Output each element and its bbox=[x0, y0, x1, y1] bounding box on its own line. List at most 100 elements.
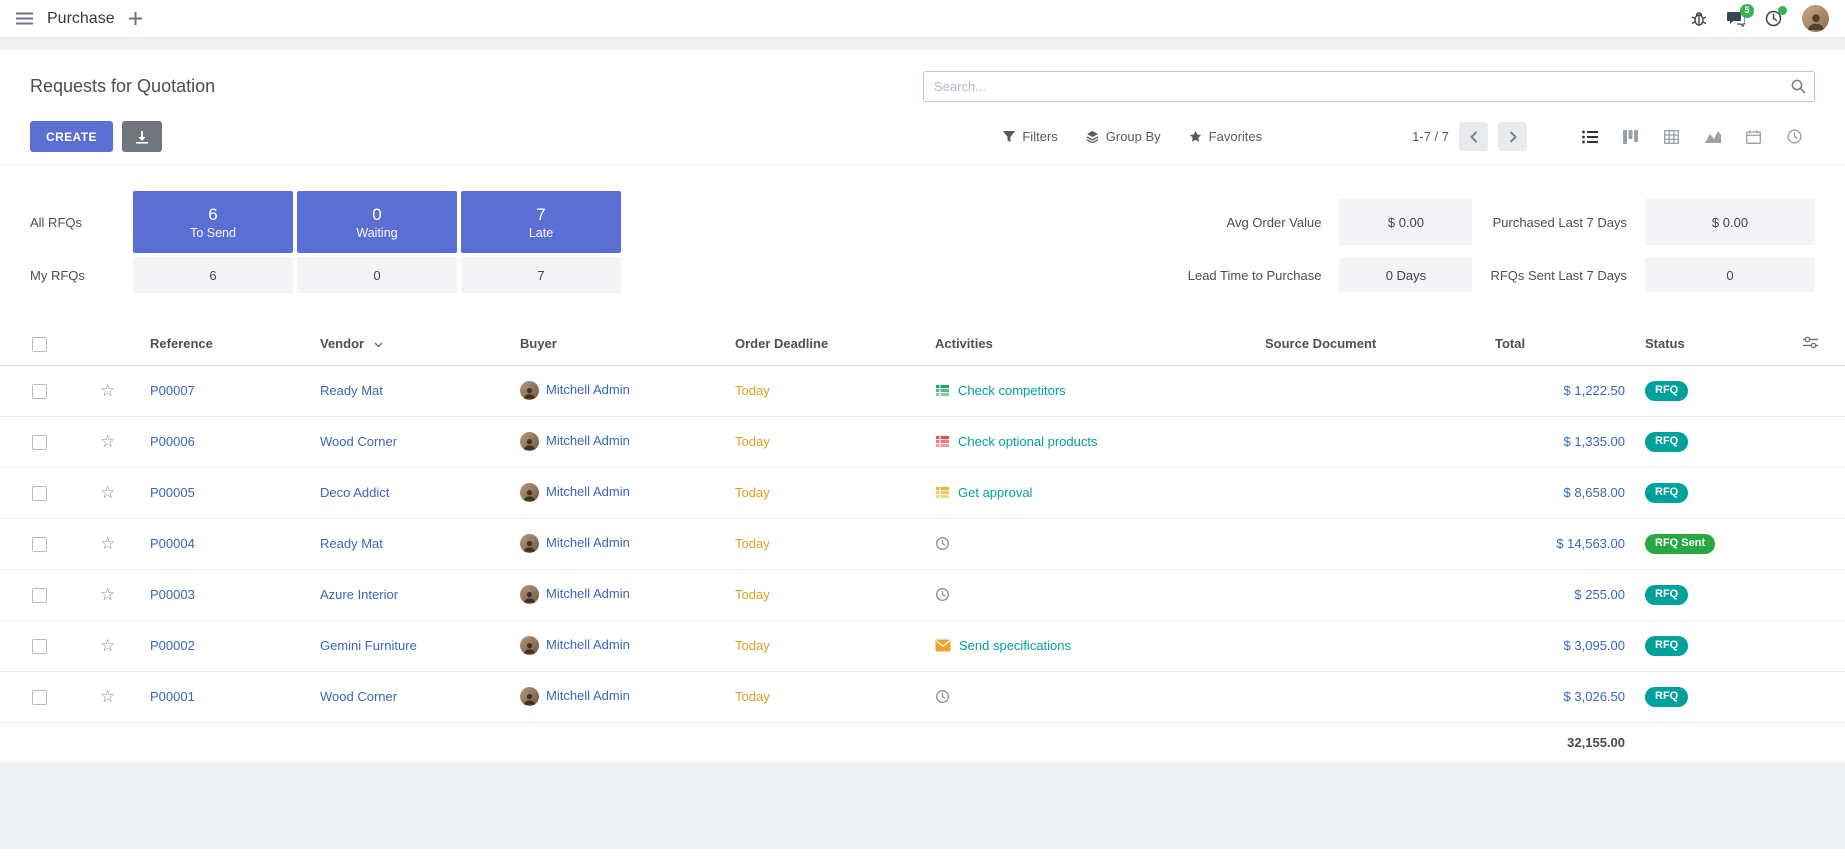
table-row[interactable]: ☆ P00004 Ready Mat Mitchell Admin Today … bbox=[0, 518, 1845, 569]
table-row[interactable]: ☆ P00007 Ready Mat Mitchell Admin Today … bbox=[0, 365, 1845, 416]
rfq-list-table: Reference Vendor Buyer Order Deadline Ac… bbox=[0, 323, 1845, 762]
reference-cell: P00001 bbox=[140, 671, 310, 722]
create-button[interactable]: CREATE bbox=[30, 121, 113, 152]
group-by-button[interactable]: Group By bbox=[1086, 129, 1161, 144]
my-waiting-count[interactable]: 0 bbox=[297, 257, 457, 293]
table-row[interactable]: ☆ P00002 Gemini Furniture Mitchell Admin… bbox=[0, 620, 1845, 671]
row-checkbox[interactable] bbox=[32, 639, 47, 654]
filters-button[interactable]: Filters bbox=[1003, 129, 1057, 144]
favorites-button[interactable]: Favorites bbox=[1189, 129, 1262, 144]
buyer-link[interactable]: Mitchell Admin bbox=[546, 688, 630, 703]
row-checkbox[interactable] bbox=[32, 435, 47, 450]
favorite-star-icon[interactable]: ☆ bbox=[100, 636, 115, 655]
row-checkbox[interactable] bbox=[32, 537, 47, 552]
favorite-star-icon[interactable]: ☆ bbox=[100, 534, 115, 553]
row-checkbox[interactable] bbox=[32, 690, 47, 705]
calendar-view-icon[interactable] bbox=[1733, 122, 1774, 152]
tile-late[interactable]: 7 Late bbox=[461, 191, 621, 253]
app-name[interactable]: Purchase bbox=[47, 10, 115, 28]
reference-link[interactable]: P00002 bbox=[150, 638, 195, 653]
buyer-link[interactable]: Mitchell Admin bbox=[546, 535, 630, 550]
menu-icon[interactable] bbox=[16, 12, 33, 25]
tile-waiting[interactable]: 0 Waiting bbox=[297, 191, 457, 253]
list-view-icon[interactable] bbox=[1569, 122, 1610, 152]
list-activity-icon[interactable] bbox=[935, 383, 950, 398]
activity-label[interactable]: Send specifications bbox=[959, 638, 1071, 653]
pager-previous-button[interactable] bbox=[1459, 122, 1488, 151]
my-late-count[interactable]: 7 bbox=[461, 257, 621, 293]
vendor-link[interactable]: Ready Mat bbox=[320, 383, 383, 398]
list-activity-icon[interactable] bbox=[935, 485, 950, 500]
vendor-link[interactable]: Ready Mat bbox=[320, 536, 383, 551]
row-star-cell: ☆ bbox=[90, 467, 140, 518]
status-badge: RFQ Sent bbox=[1645, 534, 1715, 554]
activities-column-header[interactable]: Activities bbox=[935, 336, 993, 351]
activity-label[interactable]: Get approval bbox=[958, 485, 1032, 500]
favorite-star-icon[interactable]: ☆ bbox=[100, 381, 115, 400]
row-checkbox[interactable] bbox=[32, 486, 47, 501]
sort-caret-icon[interactable] bbox=[374, 342, 383, 348]
pager-next-button[interactable] bbox=[1498, 122, 1527, 151]
user-avatar[interactable] bbox=[1802, 5, 1829, 32]
my-to-send-count[interactable]: 6 bbox=[133, 257, 293, 293]
order-deadline-cell: Today bbox=[725, 467, 925, 518]
tile-to-send[interactable]: 6 To Send bbox=[133, 191, 293, 253]
clock-activity-icon[interactable] bbox=[935, 536, 950, 551]
kanban-view-icon[interactable] bbox=[1610, 122, 1651, 152]
vendor-link[interactable]: Gemini Furniture bbox=[320, 638, 417, 653]
vendor-column-header[interactable]: Vendor bbox=[320, 336, 364, 351]
pivot-view-icon[interactable] bbox=[1651, 122, 1692, 152]
source-document-column-header[interactable]: Source Document bbox=[1265, 336, 1376, 351]
favorite-star-icon[interactable]: ☆ bbox=[100, 432, 115, 451]
import-button[interactable] bbox=[122, 121, 162, 152]
table-row[interactable]: ☆ P00001 Wood Corner Mitchell Admin Toda… bbox=[0, 671, 1845, 722]
activity-view-icon[interactable] bbox=[1774, 122, 1815, 152]
vendor-link[interactable]: Wood Corner bbox=[320, 689, 397, 704]
activities-clock-icon[interactable] bbox=[1765, 10, 1782, 27]
graph-view-icon[interactable] bbox=[1692, 122, 1733, 152]
envelope-activity-icon[interactable] bbox=[935, 639, 951, 652]
vendor-link[interactable]: Azure Interior bbox=[320, 587, 398, 602]
list-activity-icon[interactable] bbox=[935, 434, 950, 449]
buyer-link[interactable]: Mitchell Admin bbox=[546, 586, 630, 601]
clock-activity-icon[interactable] bbox=[935, 587, 950, 602]
table-row[interactable]: ☆ P00003 Azure Interior Mitchell Admin T… bbox=[0, 569, 1845, 620]
order-deadline-column-header[interactable]: Order Deadline bbox=[735, 336, 828, 351]
buyer-link[interactable]: Mitchell Admin bbox=[546, 382, 630, 397]
row-checkbox[interactable] bbox=[32, 588, 47, 603]
table-row[interactable]: ☆ P00005 Deco Addict Mitchell Admin Toda… bbox=[0, 467, 1845, 518]
vendor-link[interactable]: Deco Addict bbox=[320, 485, 389, 500]
buyer-link[interactable]: Mitchell Admin bbox=[546, 484, 630, 499]
buyer-column-header[interactable]: Buyer bbox=[520, 336, 557, 351]
vendor-link[interactable]: Wood Corner bbox=[320, 434, 397, 449]
table-row[interactable]: ☆ P00006 Wood Corner Mitchell Admin Toda… bbox=[0, 416, 1845, 467]
reference-link[interactable]: P00001 bbox=[150, 689, 195, 704]
debug-bug-icon[interactable] bbox=[1691, 11, 1707, 27]
messages-icon[interactable]: 5 bbox=[1727, 11, 1745, 27]
total-column-header[interactable]: Total bbox=[1495, 336, 1525, 351]
reference-link[interactable]: P00004 bbox=[150, 536, 195, 551]
activity-label[interactable]: Check competitors bbox=[958, 383, 1066, 398]
buyer-link[interactable]: Mitchell Admin bbox=[546, 637, 630, 652]
plus-icon[interactable] bbox=[129, 12, 142, 25]
optional-columns-icon[interactable] bbox=[1803, 336, 1818, 349]
reference-column-header[interactable]: Reference bbox=[150, 336, 213, 351]
reference-link[interactable]: P00005 bbox=[150, 485, 195, 500]
reference-link[interactable]: P00006 bbox=[150, 434, 195, 449]
search-input[interactable] bbox=[923, 71, 1815, 102]
buyer-link[interactable]: Mitchell Admin bbox=[546, 433, 630, 448]
clock-activity-icon[interactable] bbox=[935, 689, 950, 704]
favorite-star-icon[interactable]: ☆ bbox=[100, 687, 115, 706]
select-all-checkbox[interactable] bbox=[32, 337, 47, 352]
vendor-cell: Gemini Furniture bbox=[310, 620, 510, 671]
activity-label[interactable]: Check optional products bbox=[958, 434, 1097, 449]
reference-link[interactable]: P00003 bbox=[150, 587, 195, 602]
favorite-star-icon[interactable]: ☆ bbox=[100, 585, 115, 604]
favorite-star-icon[interactable]: ☆ bbox=[100, 483, 115, 502]
search-icon[interactable] bbox=[1791, 79, 1806, 94]
order-deadline-cell: Today bbox=[725, 416, 925, 467]
horizontal-scrollbar-track[interactable] bbox=[0, 849, 1845, 862]
reference-link[interactable]: P00007 bbox=[150, 383, 195, 398]
status-column-header[interactable]: Status bbox=[1645, 336, 1685, 351]
row-checkbox[interactable] bbox=[32, 384, 47, 399]
